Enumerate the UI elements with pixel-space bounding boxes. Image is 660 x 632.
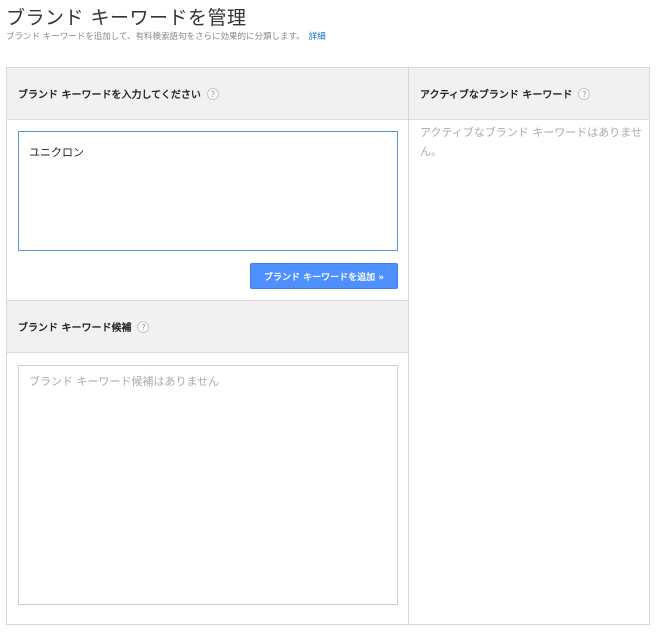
subtitle-text: ブランド キーワードを追加して、有料検索語句をさらに効果的に分類します。 [6,32,305,42]
page-subtitle: ブランド キーワードを追加して、有料検索語句をさらに効果的に分類します。 詳細 [6,30,326,42]
candidates-empty-text: ブランド キーワード候補はありません [29,375,220,388]
candidates-section-title: ブランド キーワード候補 [18,323,132,334]
active-section-header: アクティブなブランド キーワード ? [409,68,649,120]
active-section-title: アクティブなブランド キーワード [420,90,573,101]
input-section-header: ブランド キーワードを入力してください ? [7,68,408,120]
help-icon[interactable]: ? [578,87,591,100]
candidates-list[interactable]: ブランド キーワード候補はありません [18,365,398,605]
right-column: アクティブなブランド キーワード ? アクティブなブランド キーワードはありませ… [409,68,649,624]
active-empty-text: アクティブなブランド キーワードはありません。 [420,126,642,158]
input-section-title: ブランド キーワードを入力してください [18,90,201,101]
details-link[interactable]: 詳細 [309,32,326,42]
page-title: ブランド キーワードを管理 [6,7,247,29]
help-icon[interactable]: ? [206,87,219,100]
brand-keywords-panel: ブランド キーワードを入力してください ? ユニクロン ブランド キーワードを追… [6,67,650,625]
left-column: ブランド キーワードを入力してください ? ユニクロン ブランド キーワードを追… [7,68,409,624]
candidates-section-header: ブランド キーワード候補 ? [7,300,408,353]
add-brand-keyword-button[interactable]: ブランド キーワードを追加 » [250,263,398,289]
brand-keyword-input[interactable]: ユニクロン [18,131,398,251]
help-icon[interactable]: ? [137,320,150,333]
